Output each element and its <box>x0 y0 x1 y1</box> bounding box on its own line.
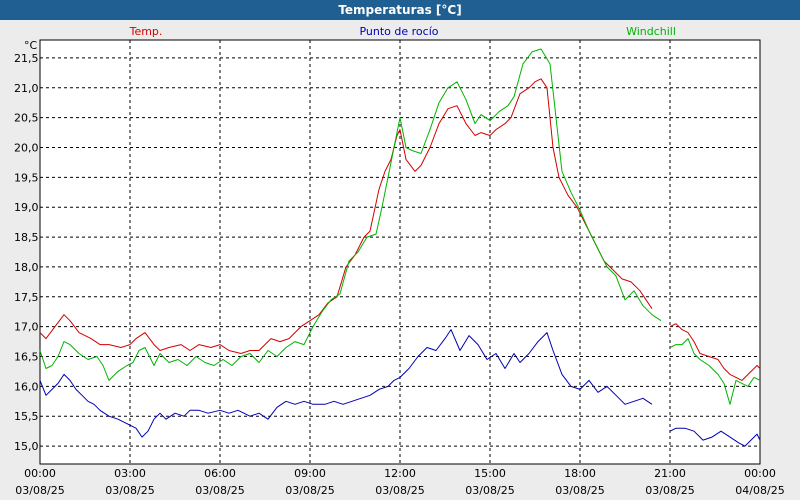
x-tick-date: 03/08/25 <box>555 484 604 497</box>
x-tick-date: 03/08/25 <box>375 484 424 497</box>
y-tick-label: 15,0 <box>14 440 39 453</box>
x-tick-date: 03/08/25 <box>285 484 334 497</box>
y-tick-label: 20,5 <box>14 112 39 125</box>
legend-temp: Temp. <box>129 25 163 38</box>
y-axis-ticks: 15,0 15,5 16,0 16,5 17,0 17,5 18,0 18,5 19,0 19,5… <box>14 52 39 453</box>
x-tick-time: 12:00 <box>384 467 416 480</box>
x-tick-date: 03/08/25 <box>15 484 64 497</box>
x-tick-time: 18:00 <box>564 467 596 480</box>
y-tick-label: 18,0 <box>14 261 39 274</box>
x-tick-time: 06:00 <box>204 467 236 480</box>
x-tick-time: 21:00 <box>654 467 686 480</box>
x-tick-date: 03/08/25 <box>465 484 514 497</box>
y-axis-unit: °C <box>24 39 38 52</box>
chart-title: Temperaturas [°C] <box>0 0 800 20</box>
y-tick-label: 16,0 <box>14 380 39 393</box>
x-tick-time: 09:00 <box>294 467 326 480</box>
y-tick-label: 18,5 <box>14 231 39 244</box>
y-tick-label: 21,5 <box>14 52 39 65</box>
legend-windchill: Windchill <box>626 25 676 38</box>
x-tick-date: 03/08/25 <box>195 484 244 497</box>
y-tick-label: 20,0 <box>14 141 39 154</box>
temperature-chart: 15,0 15,5 16,0 16,5 17,0 17,5 18,0 18,5 19,0 19,5… <box>14 25 785 497</box>
x-tick-time: 00:00 <box>744 467 776 480</box>
y-tick-label: 15,5 <box>14 410 39 423</box>
x-tick-time: 03:00 <box>114 467 146 480</box>
x-tick-date: 03/08/25 <box>645 484 694 497</box>
x-tick-time: 00:00 <box>24 467 56 480</box>
x-tick-date: 04/08/25 <box>735 484 784 497</box>
y-tick-label: 16,5 <box>14 351 39 364</box>
y-tick-label: 17,0 <box>14 321 39 334</box>
y-tick-label: 19,0 <box>14 201 39 214</box>
x-tick-date: 03/08/25 <box>105 484 154 497</box>
y-tick-label: 17,5 <box>14 291 39 304</box>
legend-dew-point: Punto de rocío <box>359 25 438 38</box>
x-axis-ticks: 00:00 03/08/25 03:00 03/08/25 06:00 03/08/25 0… <box>15 467 784 497</box>
y-tick-label: 21,0 <box>14 82 39 95</box>
x-tick-time: 15:00 <box>474 467 506 480</box>
y-tick-label: 19,5 <box>14 171 39 184</box>
